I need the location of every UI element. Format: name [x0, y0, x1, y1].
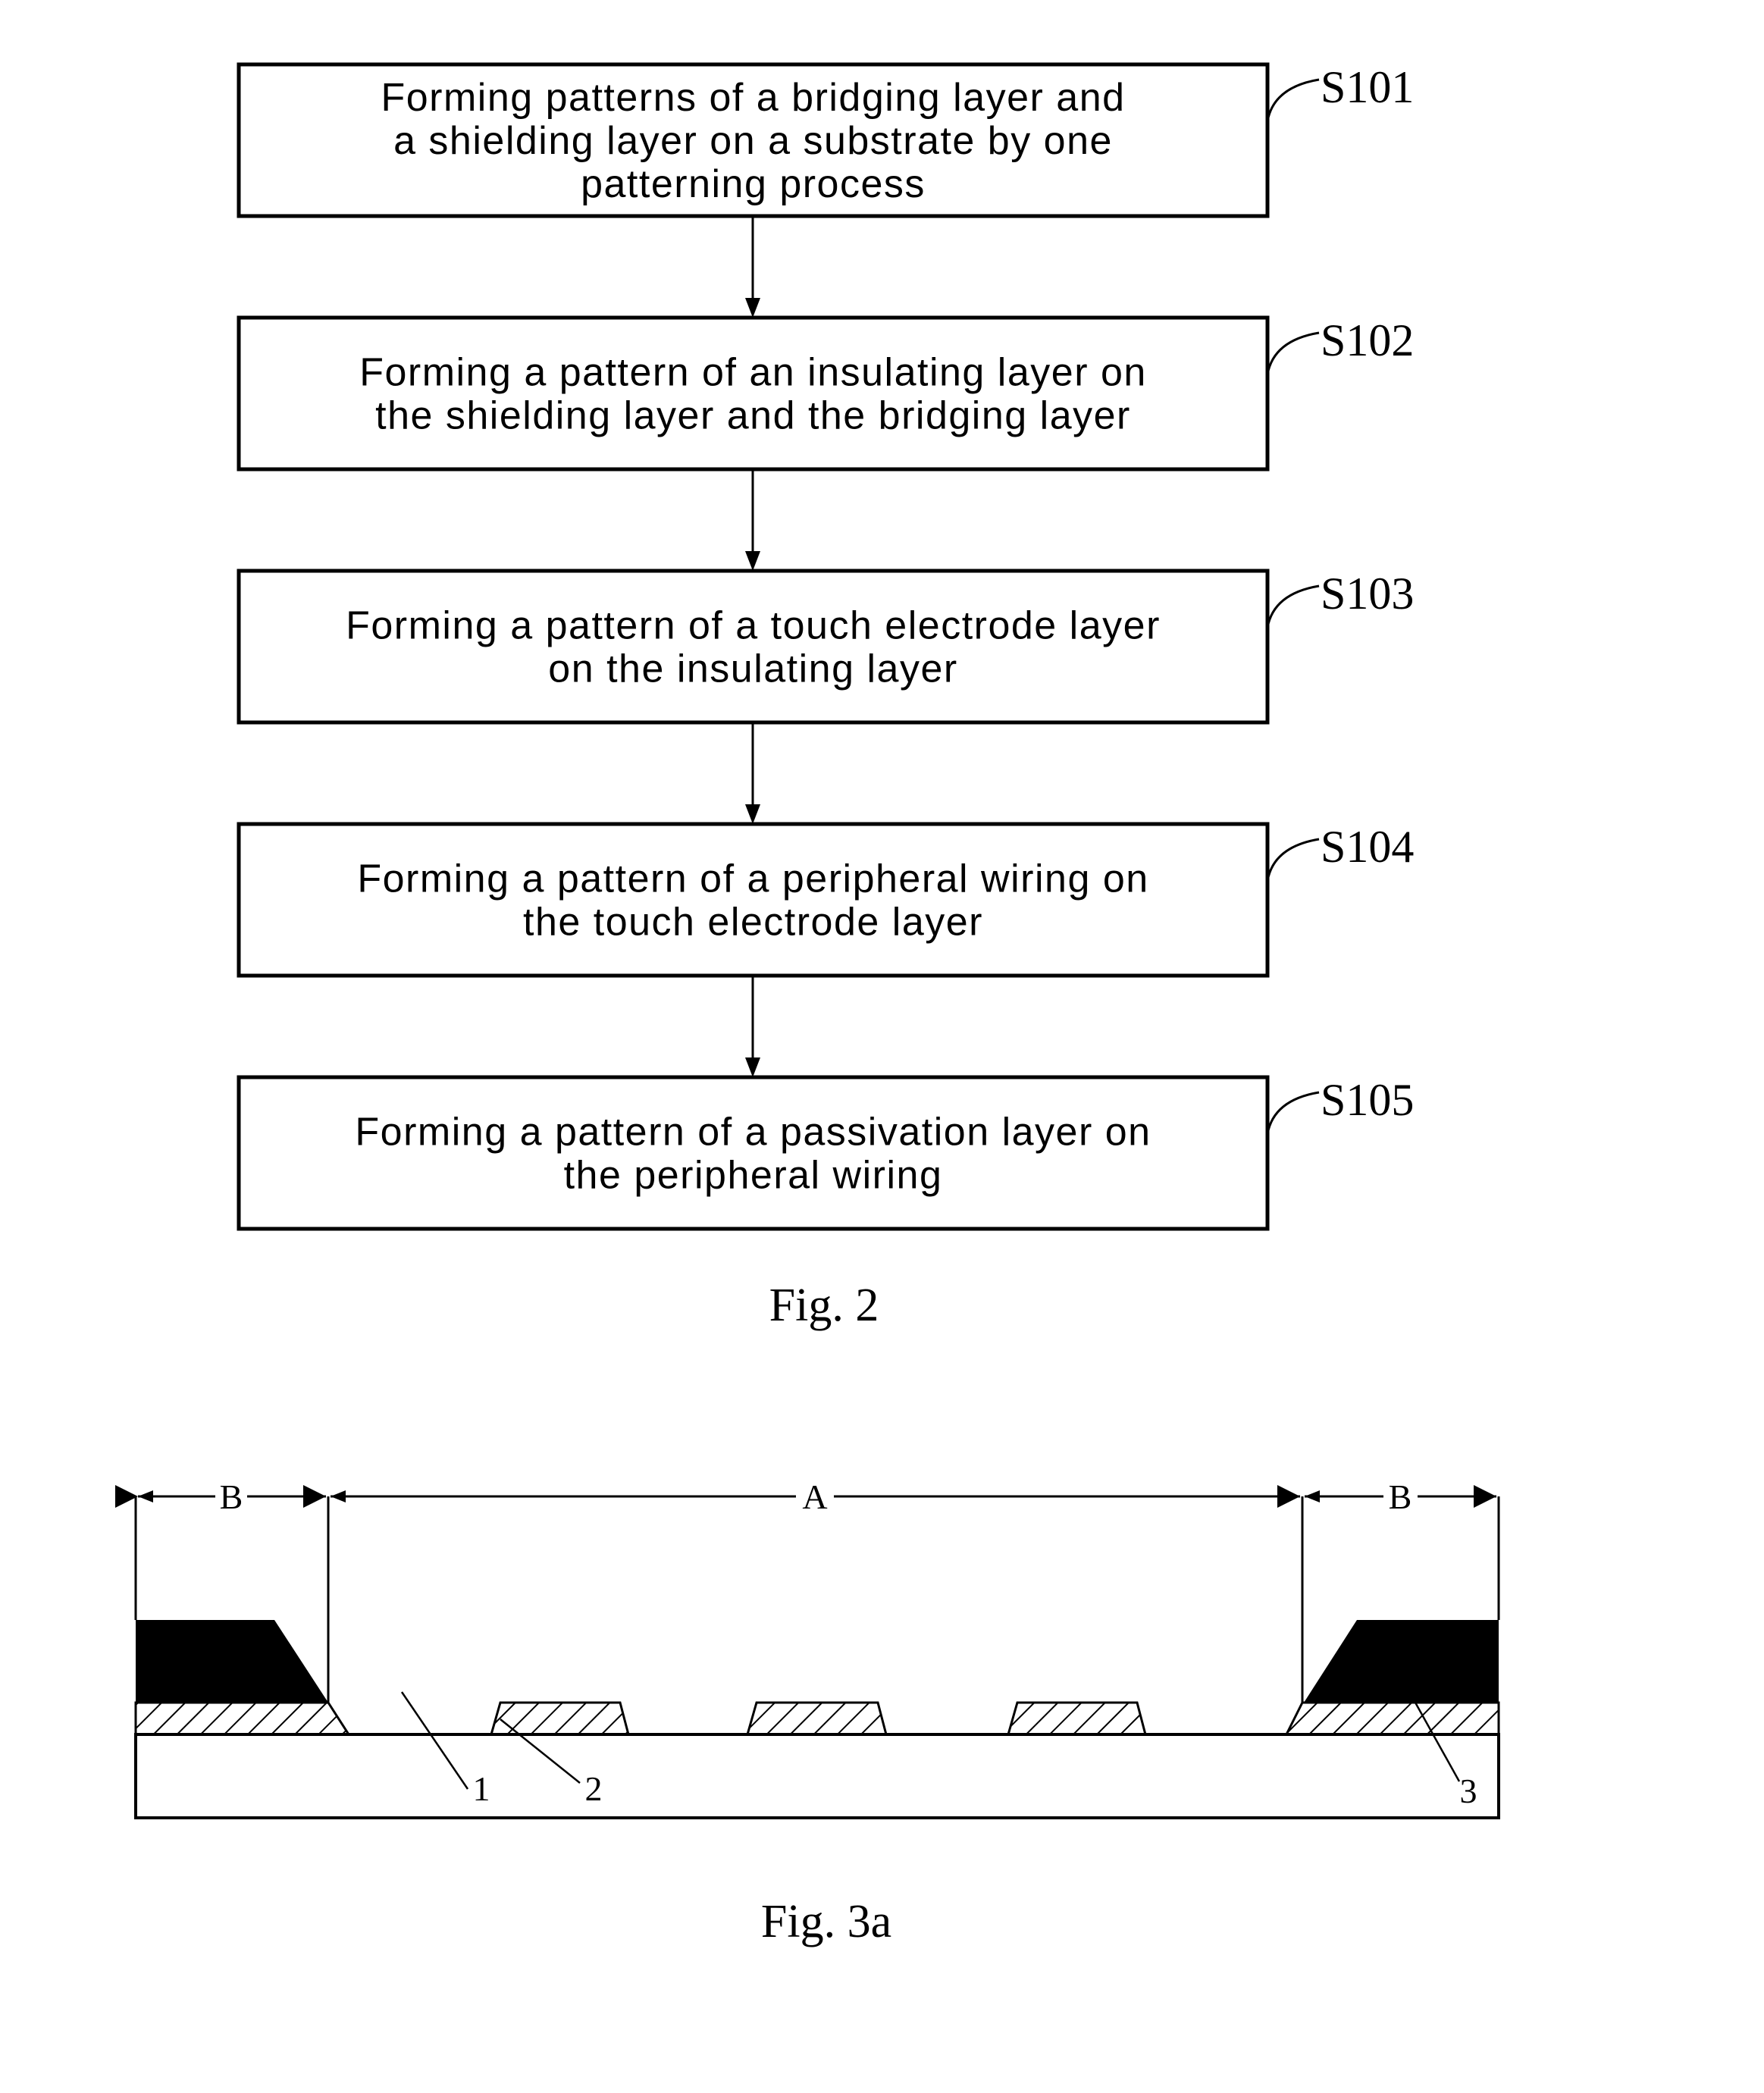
flow-step-s103: Forming a pattern of a touch electrode l… [237, 569, 1414, 725]
step-label: S105 [1321, 1075, 1414, 1125]
flow-step-s105: Forming a pattern of a passivation layer… [237, 1075, 1414, 1231]
patent-drawing-sheet: Forming patterns of a bridging layer and… [115, 62, 1500, 1947]
step-text-line: the touch electrode layer [523, 901, 983, 945]
step-text-line: on the insulating layer [548, 647, 957, 691]
step-text-line: a shielding layer on a substrate by one [393, 119, 1113, 163]
step-label-leader [1266, 838, 1320, 882]
bridge-pattern [746, 1701, 888, 1736]
step-label-leader [1266, 584, 1320, 628]
flow-arrowhead-icon [745, 551, 760, 571]
step-label-leader [1266, 1091, 1320, 1135]
flow-step-s102: Forming a pattern of an insulating layer… [237, 315, 1414, 472]
black-matrix-left [136, 1620, 328, 1703]
bridge-pattern [1007, 1701, 1147, 1736]
shielding-layer-left [134, 1701, 351, 1736]
flowchart: Forming patterns of a bridging layer and… [237, 62, 1414, 1231]
step-label: S102 [1321, 315, 1414, 365]
step-text-line: Forming a pattern of a touch electrode l… [346, 604, 1161, 648]
step-text-line: Forming a pattern of a peripheral wiring… [357, 857, 1148, 901]
step-label: S104 [1321, 822, 1414, 872]
step-text-line: Forming a pattern of a passivation layer… [355, 1111, 1151, 1155]
step-text-line: Forming patterns of a bridging layer and [381, 76, 1125, 120]
reference-numeral-3: 3 [1460, 1772, 1477, 1810]
flow-arrowhead-icon [745, 298, 760, 318]
arrow-tip [331, 1490, 346, 1502]
region-label-a: A [802, 1477, 827, 1516]
arrow-tip [1305, 1490, 1320, 1502]
flow-arrowhead-icon [745, 804, 760, 824]
flow-step-s101: Forming patterns of a bridging layer and… [237, 62, 1414, 218]
step-text-line: Forming a pattern of an insulating layer… [359, 351, 1147, 395]
black-matrix-right [1304, 1620, 1499, 1703]
step-label: S103 [1321, 569, 1414, 619]
step-text-line: the shielding layer and the bridging lay… [375, 394, 1131, 438]
fig2-caption: Fig. 2 [769, 1280, 879, 1331]
fig3a-caption: Fig. 3a [761, 1896, 891, 1947]
step-label-leader [1266, 78, 1320, 122]
arrow-tip [138, 1490, 153, 1502]
flow-step-s104: Forming a pattern of a peripheral wiring… [237, 822, 1414, 978]
reference-numeral-2: 2 [585, 1769, 603, 1808]
step-label: S101 [1321, 62, 1414, 112]
region-label-b-left: B [220, 1477, 243, 1516]
region-label-b-right: B [1389, 1477, 1412, 1516]
step-label-leader [1266, 331, 1320, 375]
reference-numeral-1: 1 [473, 1769, 490, 1808]
shielding-layer-right [1284, 1701, 1500, 1736]
flow-arrowhead-icon [745, 1057, 760, 1077]
substrate [134, 1733, 1500, 1819]
step-text-line: patterning process [581, 162, 926, 206]
step-text-line: the peripheral wiring [564, 1154, 943, 1198]
cross-section-diagram: B A B 1 2 3 [115, 1477, 1500, 1819]
